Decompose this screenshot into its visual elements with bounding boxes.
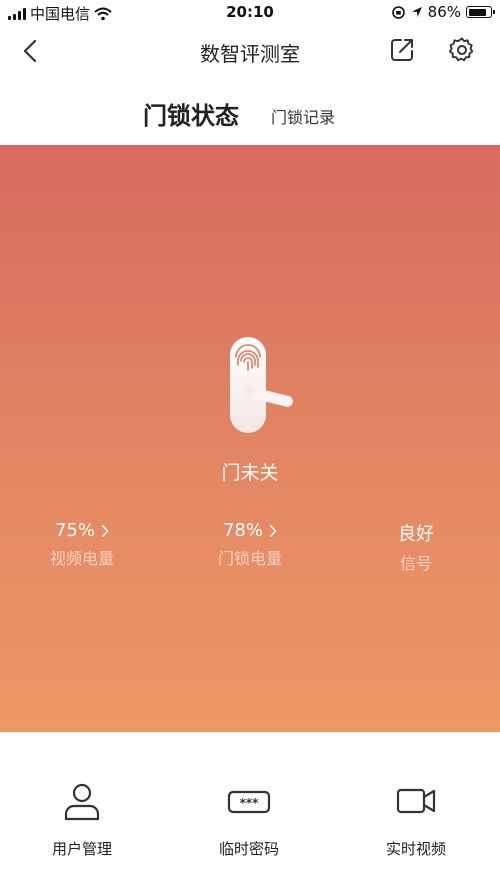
action-bar: 用户管理 *** 临时密码 实时视频 bbox=[0, 732, 500, 889]
gear-icon[interactable] bbox=[448, 36, 476, 64]
chevron-right-icon bbox=[101, 524, 109, 537]
temp-password-button[interactable]: *** 临时密码 bbox=[189, 780, 309, 859]
share-icon[interactable] bbox=[388, 36, 416, 64]
tab-bar: 门锁状态 门锁记录 bbox=[0, 90, 500, 140]
password-icon: *** bbox=[227, 790, 271, 814]
video-camera-icon bbox=[396, 788, 436, 814]
signal-value: 良好 bbox=[398, 524, 434, 545]
lock-battery-value: 78% bbox=[222, 520, 263, 541]
video-battery-stat[interactable]: 75% 视频电量 bbox=[12, 520, 152, 569]
signal-stat: 良好 信号 bbox=[346, 520, 486, 574]
video-battery-value: 75% bbox=[54, 520, 95, 541]
user-management-button[interactable]: 用户管理 bbox=[22, 780, 142, 859]
svg-text:***: *** bbox=[240, 796, 260, 810]
battery-percent: 86% bbox=[427, 3, 461, 21]
live-video-label: 实时视频 bbox=[385, 840, 446, 858]
user-icon bbox=[64, 783, 100, 821]
battery-icon bbox=[466, 6, 495, 18]
status-bar: 中国电信 20:10 86% bbox=[0, 0, 500, 26]
live-video-button[interactable]: 实时视频 bbox=[356, 780, 476, 859]
rotation-lock-icon bbox=[391, 5, 405, 19]
video-battery-label: 视频电量 bbox=[49, 549, 114, 568]
lock-battery-stat[interactable]: 78% 门锁电量 bbox=[180, 520, 320, 569]
nav-bar: 数智评测室 bbox=[0, 26, 500, 76]
tab-lock-records[interactable]: 门锁记录 bbox=[271, 104, 335, 128]
lock-status-text: 门未关 bbox=[221, 462, 279, 484]
status-right: 86% bbox=[391, 3, 495, 21]
signal-label: 信号 bbox=[399, 554, 432, 573]
user-management-label: 用户管理 bbox=[51, 840, 112, 858]
tab-lock-status[interactable]: 门锁状态 bbox=[143, 96, 239, 131]
lock-battery-label: 门锁电量 bbox=[217, 549, 282, 568]
temp-password-label: 临时密码 bbox=[218, 840, 279, 858]
location-icon bbox=[411, 7, 422, 17]
chevron-right-icon bbox=[269, 524, 277, 537]
page-title: 数智评测室 bbox=[200, 42, 300, 66]
lock-status-panel: 门未关 75% 视频电量 78% 门锁电量 良好 信号 bbox=[0, 145, 500, 732]
fingerprint-lock-icon bbox=[230, 337, 293, 433]
